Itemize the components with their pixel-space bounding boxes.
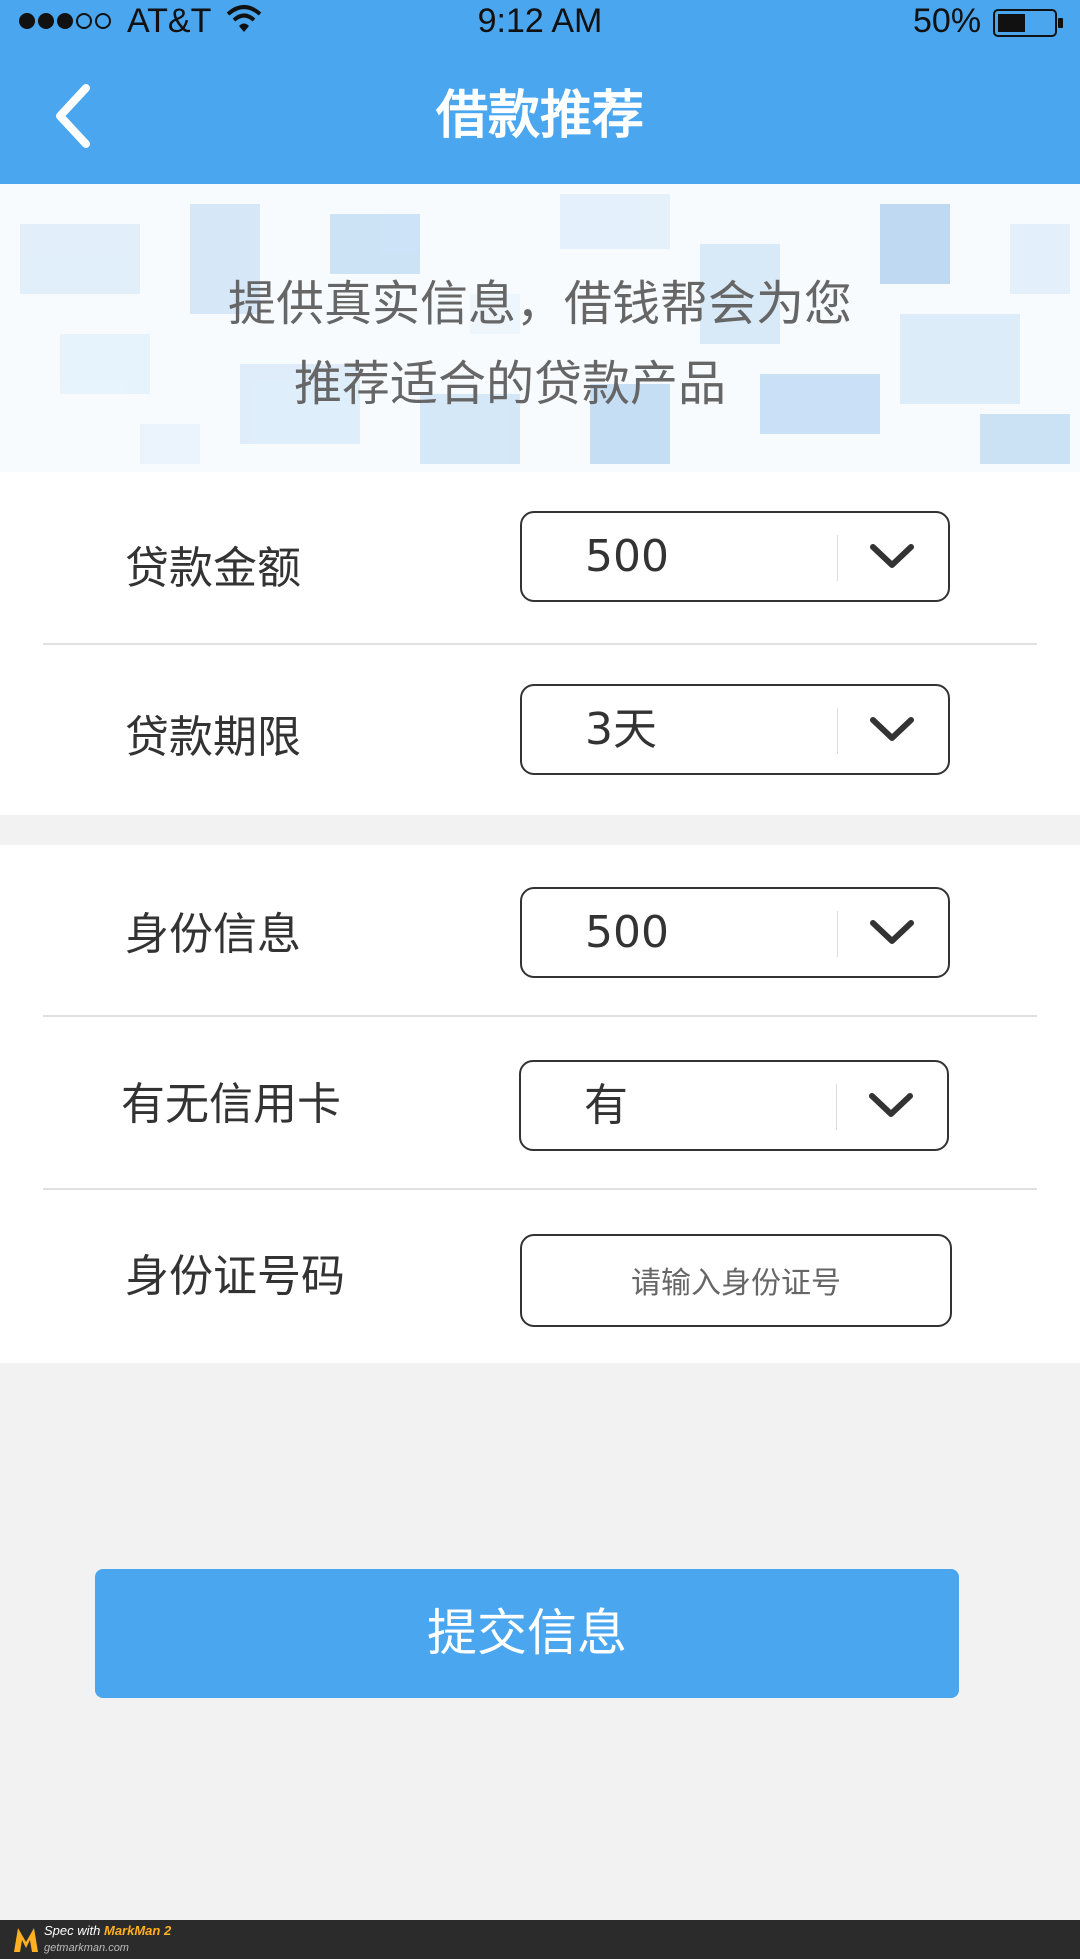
- banner-line-2: 推荐适合的贷款产品: [293, 356, 726, 412]
- loan-amount-value: 500: [585, 531, 669, 582]
- chevron-down-icon[interactable]: [869, 919, 915, 950]
- footer-brand: Spec with: [44, 1923, 101, 1938]
- page-title: 借款推荐: [435, 86, 644, 146]
- select-divider: [836, 1084, 837, 1130]
- markman-footer: Spec with MarkMan 2 getmarkman.com: [0, 1920, 1080, 1959]
- footer-product: MarkMan 2: [104, 1923, 172, 1938]
- id-number-input[interactable]: [522, 1236, 950, 1325]
- id-number-label: 身份证号码: [125, 1251, 345, 1302]
- battery-icon: [993, 9, 1065, 41]
- id-number-field[interactable]: [520, 1234, 952, 1327]
- markman-credit: Spec with MarkMan 2 getmarkman.com: [44, 1923, 171, 1956]
- loan-form-section: 贷款金额 500 贷款期限 3天: [0, 472, 1080, 815]
- loan-term-value: 3天: [585, 704, 657, 755]
- credit-card-value: 有: [584, 1080, 628, 1131]
- credit-card-label: 有无信用卡: [121, 1079, 341, 1130]
- credit-card-select[interactable]: 有: [519, 1060, 949, 1151]
- submit-button[interactable]: 提交信息: [95, 1569, 959, 1698]
- identity-form-section: 身份信息 500 有无信用卡 有 身份证号码: [0, 845, 1080, 1363]
- banner-text: 提供真实信息，借钱帮会为您 推荐适合的贷款产品: [0, 264, 1080, 424]
- loan-amount-select[interactable]: 500: [520, 511, 950, 602]
- loan-term-select[interactable]: 3天: [520, 684, 950, 775]
- row-divider: [43, 1188, 1037, 1190]
- select-divider: [837, 708, 838, 754]
- chevron-down-icon[interactable]: [868, 1092, 914, 1123]
- row-divider: [43, 1015, 1037, 1017]
- select-divider: [837, 911, 838, 957]
- chevron-down-icon[interactable]: [869, 543, 915, 574]
- nav-bar: AT&T 9:12 AM 50% 借款推荐: [0, 0, 1080, 184]
- banner: 提供真实信息，借钱帮会为您 推荐适合的贷款产品: [0, 184, 1080, 472]
- select-divider: [837, 535, 838, 581]
- loan-term-label: 贷款期限: [125, 712, 301, 763]
- battery-percent: 50%: [913, 2, 982, 40]
- row-divider: [43, 643, 1037, 645]
- identity-label: 身份信息: [125, 909, 301, 960]
- footer-site: getmarkman.com: [44, 1942, 129, 1954]
- identity-value: 500: [585, 907, 669, 958]
- identity-select[interactable]: 500: [520, 887, 950, 978]
- banner-line-1: 提供真实信息，借钱帮会为您: [227, 276, 852, 332]
- chevron-down-icon[interactable]: [869, 716, 915, 747]
- loan-amount-label: 贷款金额: [125, 543, 301, 594]
- markman-logo-icon: [12, 1924, 40, 1958]
